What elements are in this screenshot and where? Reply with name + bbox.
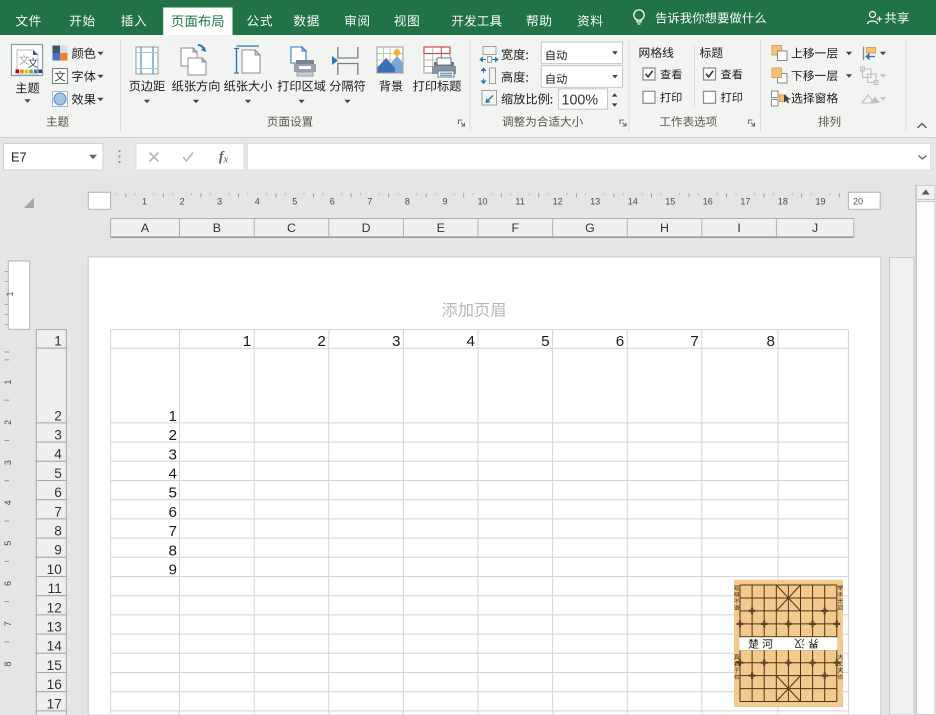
svg-text:10: 10	[477, 197, 487, 207]
svg-text:2: 2	[317, 333, 325, 350]
svg-text:15: 15	[665, 197, 675, 207]
svg-text:3: 3	[217, 197, 222, 207]
svg-text:4: 4	[168, 466, 176, 483]
svg-text:5: 5	[3, 541, 13, 546]
svg-text:6: 6	[54, 485, 62, 500]
svg-text:7: 7	[3, 621, 13, 626]
svg-text:16: 16	[47, 677, 62, 692]
svg-text:5: 5	[292, 197, 297, 207]
svg-text:4: 4	[3, 500, 13, 505]
svg-text:9: 9	[168, 562, 176, 579]
svg-text:16: 16	[703, 197, 713, 207]
svg-text:F: F	[512, 221, 520, 235]
svg-text:1: 1	[243, 333, 251, 350]
svg-text:10: 10	[47, 562, 63, 577]
svg-text:6: 6	[330, 197, 335, 207]
svg-text:3: 3	[392, 333, 400, 350]
svg-text:2: 2	[54, 408, 62, 423]
svg-text:H: H	[660, 221, 669, 235]
svg-text:2: 2	[3, 420, 13, 425]
svg-text:4: 4	[255, 197, 260, 207]
svg-text:5: 5	[541, 333, 549, 350]
svg-text:7: 7	[367, 197, 372, 207]
svg-text:11: 11	[515, 197, 524, 207]
svg-text:14: 14	[628, 197, 638, 207]
svg-text:9: 9	[442, 197, 447, 207]
svg-text:18: 18	[778, 197, 788, 207]
svg-text:11: 11	[48, 581, 62, 596]
svg-text:8: 8	[405, 197, 410, 207]
svg-text:1: 1	[3, 379, 13, 384]
svg-text:4: 4	[54, 447, 62, 462]
svg-text:1: 1	[142, 197, 147, 207]
svg-text:12: 12	[553, 197, 563, 207]
svg-text:3: 3	[3, 460, 13, 465]
svg-text:8: 8	[3, 662, 13, 667]
svg-text:19: 19	[815, 197, 825, 207]
svg-text:6: 6	[168, 504, 176, 521]
svg-text:14: 14	[47, 639, 63, 654]
svg-text:8: 8	[168, 542, 176, 559]
svg-text:15: 15	[47, 658, 62, 673]
svg-text:8: 8	[767, 333, 775, 350]
svg-text:E: E	[437, 221, 445, 235]
svg-text:A: A	[141, 221, 150, 235]
svg-text:17: 17	[47, 696, 62, 711]
svg-text:5: 5	[54, 466, 62, 481]
svg-text:17: 17	[740, 197, 750, 207]
svg-text:12: 12	[47, 600, 62, 615]
svg-text:2: 2	[180, 197, 185, 207]
svg-text:C: C	[287, 221, 296, 235]
svg-text:5: 5	[168, 485, 176, 502]
svg-text:3: 3	[168, 446, 176, 463]
svg-text:G: G	[585, 221, 595, 235]
svg-text:13: 13	[590, 197, 600, 207]
svg-text:D: D	[362, 221, 371, 235]
svg-text:1: 1	[5, 291, 15, 296]
svg-text:8: 8	[54, 524, 62, 539]
svg-text:1: 1	[54, 334, 62, 349]
svg-text:6: 6	[616, 333, 624, 350]
svg-text:B: B	[213, 221, 221, 235]
svg-text:3: 3	[54, 428, 62, 443]
svg-text:7: 7	[54, 504, 62, 519]
svg-text:2: 2	[168, 427, 176, 444]
svg-text:7: 7	[168, 523, 176, 540]
svg-text:20: 20	[853, 197, 863, 207]
svg-text:100%: 100%	[562, 92, 599, 108]
svg-text:13: 13	[47, 620, 62, 635]
svg-text:I: I	[737, 221, 740, 235]
svg-text:1: 1	[168, 408, 176, 425]
svg-text:9: 9	[54, 543, 62, 558]
svg-text:J: J	[812, 221, 818, 235]
svg-text:6: 6	[3, 581, 13, 586]
svg-text:7: 7	[690, 333, 698, 350]
svg-text:E7: E7	[11, 150, 27, 165]
svg-text:4: 4	[467, 333, 475, 350]
